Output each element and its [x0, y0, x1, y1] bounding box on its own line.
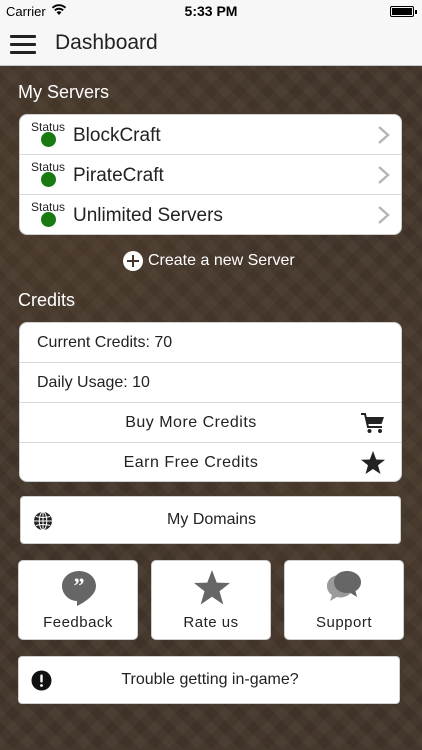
server-name: BlockCraft	[73, 125, 161, 146]
current-credits: Current Credits: 70	[37, 334, 173, 351]
trouble-ingame-button[interactable]: Trouble getting in-game?	[18, 656, 400, 704]
battery-icon	[390, 6, 417, 17]
rate-us-label: Rate us	[183, 614, 239, 631]
server-row-blockcraft[interactable]: Status BlockCraft	[20, 115, 401, 155]
status-dot	[41, 172, 56, 187]
support-label: Support	[315, 614, 373, 631]
support-button[interactable]: Support	[284, 560, 404, 640]
star-icon	[361, 451, 385, 474]
cart-icon	[361, 413, 384, 433]
feedback-label: Feedback	[43, 614, 113, 631]
create-server-label: Create a new Server	[148, 252, 295, 269]
chevron-right-icon	[378, 206, 390, 224]
my-domains-button[interactable]: My Domains	[20, 496, 401, 544]
nav-bar: Dashboard	[0, 22, 422, 66]
server-row-unlimited-servers[interactable]: Status Unlimited Servers	[20, 195, 401, 234]
daily-usage-row: Daily Usage: 10	[20, 363, 401, 403]
menu-icon[interactable]	[10, 35, 36, 54]
trouble-label: Trouble getting in-game?	[121, 671, 299, 688]
feedback-button[interactable]: ” Feedback	[18, 560, 138, 640]
chat-bubbles-icon	[327, 571, 361, 601]
server-name: PirateCraft	[73, 165, 164, 186]
servers-section-title: My Servers	[18, 82, 110, 102]
rate-us-button[interactable]: Rate us	[151, 560, 271, 640]
chevron-right-icon	[378, 126, 390, 144]
clock: 5:33 PM	[184, 3, 238, 19]
server-list: Status BlockCraft Status PirateCraft Sta…	[19, 114, 402, 235]
page-title: Dashboard	[55, 31, 158, 54]
status-dot	[41, 212, 56, 227]
plus-circle-icon	[123, 251, 143, 271]
chevron-right-icon	[378, 166, 390, 184]
svg-text:”: ”	[74, 573, 85, 598]
credits-section-title: Credits	[18, 290, 76, 310]
server-name: Unlimited Servers	[73, 205, 223, 226]
buy-credits-button[interactable]: Buy More Credits	[20, 403, 401, 443]
star-icon	[194, 570, 230, 605]
status-bar: Carrier 5:33 PM	[0, 0, 422, 22]
my-domains-label: My Domains	[167, 511, 256, 528]
earn-credits-label: Earn Free Credits	[123, 454, 259, 471]
current-credits-row: Current Credits: 70	[20, 323, 401, 363]
status-dot	[41, 132, 56, 147]
server-row-piratecraft[interactable]: Status PirateCraft	[20, 155, 401, 195]
earn-credits-button[interactable]: Earn Free Credits	[20, 443, 401, 481]
buy-credits-label: Buy More Credits	[125, 414, 257, 431]
credits-card: Current Credits: 70 Daily Usage: 10 Buy …	[19, 322, 402, 482]
daily-usage: Daily Usage: 10	[37, 374, 150, 391]
quote-bubble-icon: ”	[62, 571, 96, 606]
